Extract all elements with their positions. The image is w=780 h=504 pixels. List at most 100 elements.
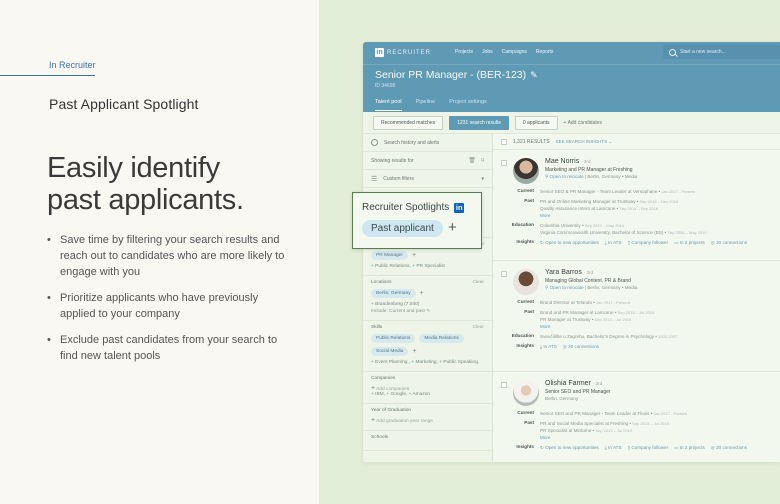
tab-project-settings[interactable]: Project settings <box>449 99 487 111</box>
results-list: 1,321 RESULTS SEE SEARCH INSIGHTS ⌄ Mae … <box>493 134 780 462</box>
chevron-down-icon: ▾ <box>481 175 484 182</box>
filter-chip[interactable]: Public Relations <box>371 334 416 343</box>
candidate-name[interactable]: Olishia Farmer · 3rd <box>545 380 602 387</box>
filter-suggestions[interactable]: + Event Planning , + Marketing, + Public… <box>371 360 484 365</box>
more-link[interactable]: More <box>540 323 654 330</box>
candidate-checkbox[interactable] <box>501 382 507 388</box>
candidate-name-text: Mae Norris <box>545 158 580 165</box>
current-position: Senior SEO & PR Manager - Team Leader at… <box>540 189 661 194</box>
search-history-row[interactable]: Search history and alerts <box>363 134 492 152</box>
nav-jobs[interactable]: Jobs <box>482 49 493 55</box>
plus-icon[interactable]: + <box>448 219 457 236</box>
kicker-underline <box>0 75 95 76</box>
candidate-location: ⚲ Open to relocate | Berlin, Germany • M… <box>545 174 637 180</box>
past-position: Quality Assurance Intern at Lamcane • Se… <box>540 205 678 212</box>
location-pin-icon: ⚲ <box>545 285 549 290</box>
filter-chip[interactable]: Social Media <box>371 347 409 356</box>
education-label: Education <box>511 222 534 227</box>
candidate-card[interactable]: Olishia Farmer · 3rd Senior SEO and PR Ma… <box>493 372 780 462</box>
candidate-card[interactable]: Yara Barros · 3rd Managing Global Content… <box>493 261 780 372</box>
filter-sidebar: Search history and alerts Showing result… <box>363 134 493 462</box>
insight-icon: ⤓ <box>604 445 607 450</box>
select-all-checkbox[interactable] <box>501 138 507 145</box>
insight-item[interactable]: ◎ 20 connections <box>711 444 747 451</box>
candidate-name[interactable]: Yara Barros · 3rd <box>545 269 593 276</box>
recruiter-spotlights-callout: Recruiter Spotlights in Past applicant + <box>352 192 482 249</box>
search-input[interactable]: Start a new search... <box>663 45 780 59</box>
filter-chip[interactable]: Media Relations <box>419 334 464 343</box>
nav-campaigns[interactable]: Campaigns <box>502 49 527 55</box>
avatar[interactable] <box>513 380 539 406</box>
insights-label: Insights <box>516 343 534 348</box>
tab-talent-pool[interactable]: Talent pool <box>375 99 402 111</box>
filter-companies: Companies + Add companies + IBM, + Googl… <box>363 372 492 404</box>
insights-label: Insights <box>516 239 534 244</box>
include-setting[interactable]: Include: Current and past ✎ <box>371 309 484 314</box>
avatar[interactable] <box>513 269 539 295</box>
search-results-button[interactable]: 1231 search results <box>449 115 509 130</box>
nav-projects[interactable]: Projects <box>455 49 473 55</box>
past-applicant-chip[interactable]: Past applicant <box>362 220 443 237</box>
nav-reports[interactable]: Reports <box>536 49 554 55</box>
plus-icon[interactable]: + <box>412 252 416 259</box>
plus-icon[interactable]: + <box>420 290 424 297</box>
avatar[interactable] <box>513 158 539 184</box>
filter-chip[interactable]: Berlin, Germany <box>371 289 416 298</box>
filter-suggestions[interactable]: + Brandenberg (7,040) <box>371 302 484 307</box>
tab-pipeline[interactable]: Pipeline <box>416 99 436 111</box>
add-graduation-button[interactable]: + Add graduation year range <box>371 417 484 424</box>
bookmark-icon[interactable]: ⌑ <box>481 157 484 164</box>
insight-item[interactable]: ↻ Open to new opportunities <box>540 239 599 246</box>
plus-icon[interactable]: + <box>412 348 416 355</box>
candidate-card[interactable]: Mae Norris · 3rd Marketing and PR Manager… <box>493 150 780 261</box>
insight-item[interactable]: ⤓ In ATS <box>605 239 622 246</box>
candidate-checkbox[interactable] <box>501 271 507 277</box>
candidate-name-text: Yara Barros <box>545 269 582 276</box>
insight-icon: ▭ <box>674 445 679 450</box>
insight-item[interactable]: ⤓ In ATS <box>605 444 622 451</box>
include-setting-text: Include: Current and past <box>371 309 425 314</box>
past-label: Past <box>524 198 534 203</box>
insight-item[interactable]: ◎ 20 connections <box>711 239 747 246</box>
filter-chip[interactable]: PR Manager <box>371 251 408 260</box>
recommended-matches-button[interactable]: Recommended matches <box>373 115 444 130</box>
filter-suggestions[interactable]: + IBM, + Google, + Amazon <box>371 392 484 397</box>
clear-button[interactable]: Clear <box>473 325 484 330</box>
applicants-button[interactable]: 0 applicants <box>514 115 558 130</box>
showing-results-label: Showing results for <box>371 157 414 164</box>
candidate-headline: Managing Global Content, PR & Brand <box>545 278 631 284</box>
past-label: Past <box>524 420 534 425</box>
filter-skills: Skills Clear Public Relations Media Relat… <box>363 321 492 372</box>
insight-item[interactable]: ◎ 20 connections <box>563 343 599 350</box>
recruiter-logo[interactable]: in RECRUITER <box>375 48 431 57</box>
pencil-icon[interactable]: ✎ <box>530 70 538 81</box>
candidate-checkbox[interactable] <box>501 160 507 166</box>
insight-item[interactable]: ▭ In 2 projects <box>674 239 705 246</box>
headline: Easily identify past applicants. <box>47 152 244 216</box>
recruiter-app-window: in RECRUITER Projects Jobs Campaigns Rep… <box>363 42 780 462</box>
benefit-list: Save time by filtering your search resul… <box>47 232 287 374</box>
headline-line-2: past applicants. <box>47 184 244 216</box>
filter-schools: Schools <box>363 431 492 451</box>
add-candidates-button[interactable]: + Add candidates <box>564 120 603 126</box>
insight-item[interactable]: ▯ Company follower <box>628 239 669 246</box>
insight-icon: ⤓ <box>540 344 543 349</box>
insight-item[interactable]: ⤓ In ATS <box>540 343 557 350</box>
insight-item[interactable]: ↻ Open to new opportunities <box>540 444 599 451</box>
search-insights-link[interactable]: SEE SEARCH INSIGHTS ⌄ <box>556 139 613 145</box>
candidate-name[interactable]: Mae Norris · 3rd <box>545 158 590 165</box>
clear-button[interactable]: Clear <box>473 280 484 285</box>
custom-filters-row[interactable]: ☰ Custom filters ▾ <box>363 170 492 188</box>
plus-icon: + <box>371 417 376 424</box>
more-link[interactable]: More <box>540 212 678 219</box>
open-to-relocate-text: Open to relocate <box>549 174 584 179</box>
more-link[interactable]: More <box>540 434 669 441</box>
insight-item[interactable]: ▯ Company follower <box>628 444 669 451</box>
add-companies-button[interactable]: + Add companies <box>371 385 484 392</box>
insight-item[interactable]: ▭ In 2 projects <box>674 444 705 451</box>
past-position-text: PR Specialist at Mintome • <box>540 428 595 433</box>
position-date: Sep 2013 – Jul 2015 <box>594 428 633 433</box>
trash-icon[interactable]: 🗑 <box>468 157 476 164</box>
filter-suggestions[interactable]: + Public Relations, + PR Specialist <box>371 264 484 269</box>
insight-text: In ATS <box>608 240 622 245</box>
